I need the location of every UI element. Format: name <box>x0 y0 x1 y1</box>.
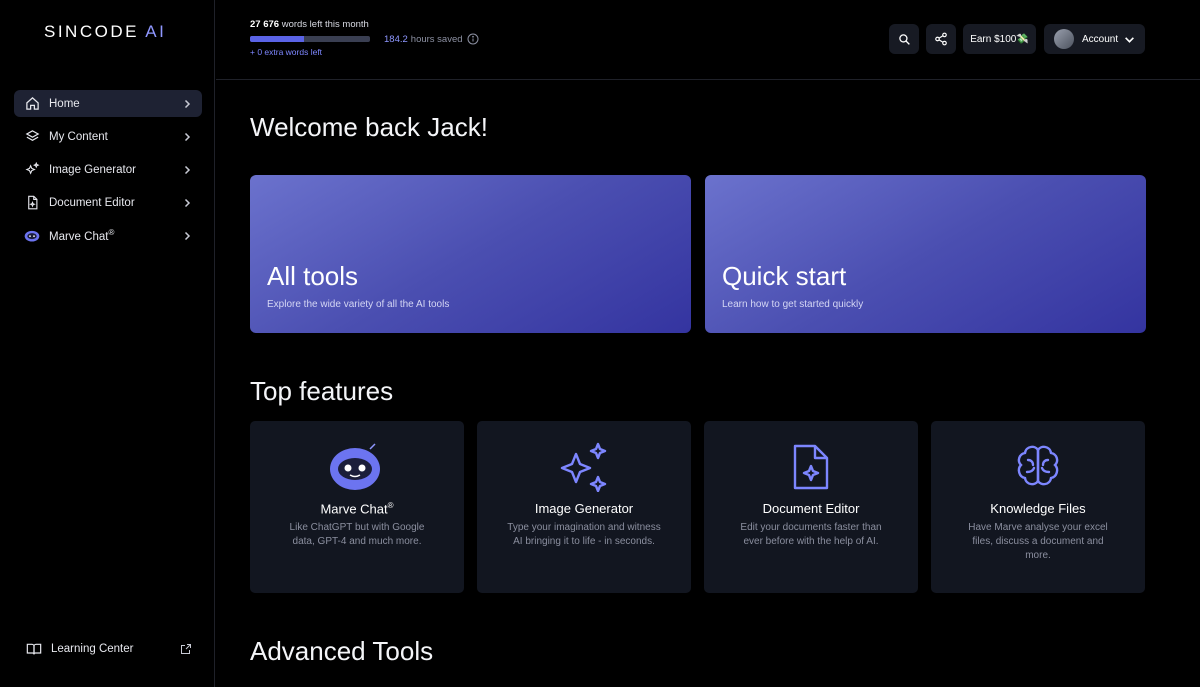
top-features-heading: Top features <box>250 376 394 406</box>
feature-title: Marve Chat <box>320 501 388 517</box>
sidebar-item-my-content[interactable]: My Content <box>14 123 202 150</box>
logo[interactable]: SINCODE AI <box>44 22 166 42</box>
words-progress-bar <box>250 36 370 42</box>
feature-title: Image Generator <box>534 501 634 516</box>
hours-saved: 184.2 hours saved <box>384 33 479 45</box>
feature-card-image-generator[interactable]: Image Generator Type your imagination an… <box>477 421 691 593</box>
sidebar-item-label: My Content <box>49 130 108 143</box>
extra-words[interactable]: + 0 extra words left <box>250 47 322 57</box>
feature-description: Like ChatGPT but with Google data, GPT-4… <box>289 522 425 547</box>
words-remaining: 27 676 words left this month <box>250 19 369 30</box>
feature-card-document-editor[interactable]: Document Editor Edit your documents fast… <box>704 421 918 593</box>
document-icon <box>24 195 40 211</box>
chevron-right-icon <box>184 198 191 207</box>
hours-text: hours saved <box>410 33 463 45</box>
feature-card-marve-chat[interactable]: Marve Chat® Like ChatGPT but with Google… <box>250 421 464 593</box>
chevron-right-icon <box>184 132 191 141</box>
feature-card-knowledge-files[interactable]: Knowledge Files Have Marve analyse your … <box>931 421 1145 593</box>
words-text: words left this month <box>281 19 369 30</box>
card-title: All tools <box>267 261 359 291</box>
search-button[interactable] <box>889 24 919 54</box>
book-icon <box>26 643 42 655</box>
feature-title: Knowledge Files <box>990 501 1086 516</box>
sidebar-item-marve-chat[interactable]: Marve Chat® <box>14 222 202 249</box>
feature-description: Have Marve analyse your excel files, dis… <box>968 522 1108 561</box>
feature-description: Edit your documents faster than ever bef… <box>740 522 882 547</box>
share-icon <box>935 32 947 46</box>
feature-description: Type your imagination and witness AI bri… <box>507 522 661 547</box>
external-link-icon <box>181 644 191 654</box>
account-button[interactable]: Account <box>1044 24 1145 54</box>
all-tools-card[interactable]: All tools Explore the wide variety of al… <box>250 175 691 333</box>
bot-icon <box>24 228 40 244</box>
avatar <box>1054 29 1074 49</box>
sparkles-icon <box>477 442 691 492</box>
sidebar-item-image-generator[interactable]: Image Generator <box>14 156 202 183</box>
quick-start-card[interactable]: Quick start Learn how to get started qui… <box>705 175 1146 333</box>
learning-center-label: Learning Center <box>51 643 134 655</box>
share-button[interactable] <box>926 24 956 54</box>
chevron-down-icon <box>1125 36 1135 43</box>
welcome-heading: Welcome back Jack! <box>250 112 488 142</box>
sidebar-item-label: Image Generator <box>49 163 136 176</box>
sidebar-item-label: Marve Chat <box>49 230 109 243</box>
words-count: 27 676 <box>250 19 280 30</box>
advanced-tools-heading: Advanced Tools <box>250 636 434 666</box>
sidebar-item-home[interactable]: Home <box>14 90 202 117</box>
search-icon <box>898 33 910 45</box>
sidebar-item-document-editor[interactable]: Document Editor <box>14 189 202 216</box>
bot-icon <box>250 442 464 492</box>
registered-mark: ® <box>387 501 394 510</box>
sidebar-nav: Home My Content Image Generator Document… <box>14 90 202 255</box>
chevron-right-icon <box>184 99 191 108</box>
hours-value: 184.2 <box>384 33 408 45</box>
home-icon <box>24 96 40 112</box>
sidebar-item-label: Document Editor <box>49 196 135 209</box>
top-bar: 27 676 words left this month + 0 extra w… <box>216 0 1200 80</box>
earn-button[interactable]: Earn $100💸 <box>963 24 1036 54</box>
chevron-right-icon <box>184 231 191 240</box>
words-progress-fill <box>250 36 304 42</box>
learning-center-link[interactable]: Learning Center <box>26 642 192 656</box>
registered-mark: ® <box>108 228 115 238</box>
feature-title: Document Editor <box>762 501 860 516</box>
sidebar: SINCODE AI Home My Content Image Generat… <box>0 0 215 687</box>
card-description: Learn how to get started quickly <box>722 299 864 310</box>
card-title: Quick start <box>722 261 847 291</box>
sparkles-icon <box>24 162 40 178</box>
logo-ai: AI <box>145 22 167 41</box>
chevron-right-icon <box>184 165 191 174</box>
document-icon <box>704 442 918 492</box>
info-icon[interactable] <box>467 33 479 45</box>
brain-icon <box>931 442 1145 492</box>
layers-icon <box>24 129 40 145</box>
logo-wordmark: SINCODE <box>44 22 139 41</box>
sidebar-item-label: Home <box>49 97 80 110</box>
account-label: Account <box>1082 33 1119 45</box>
card-description: Explore the wide variety of all the AI t… <box>267 299 450 310</box>
